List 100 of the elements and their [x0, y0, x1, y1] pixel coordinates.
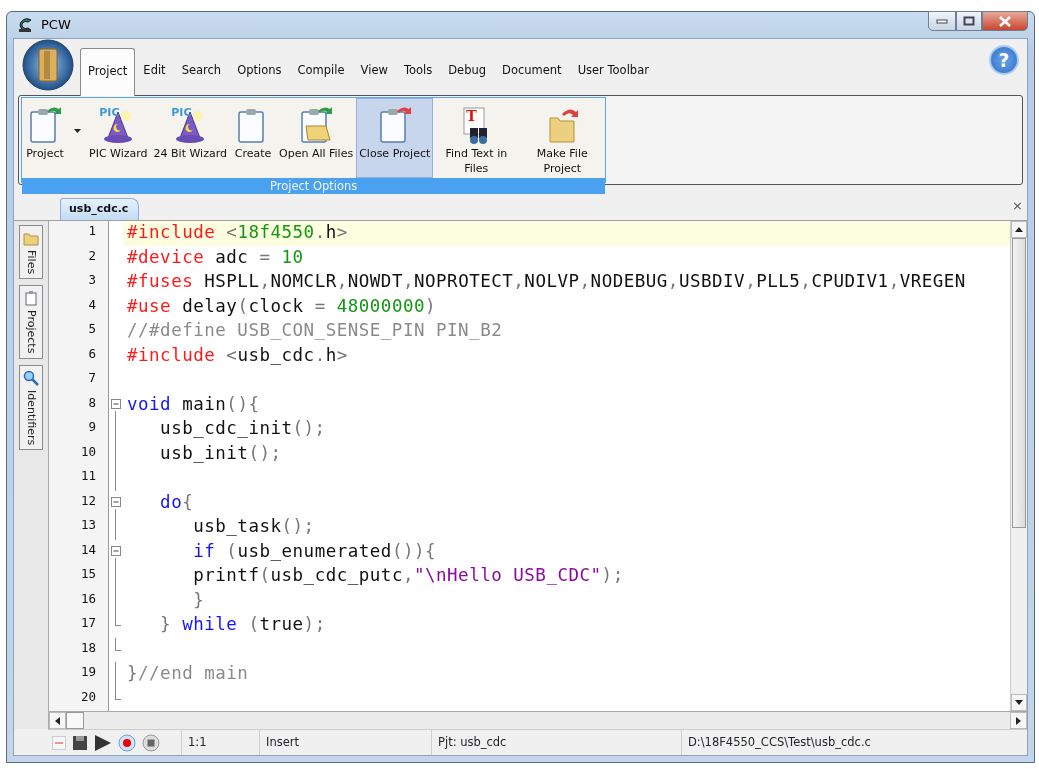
maximize-icon	[963, 16, 975, 26]
ribbon-button[interactable]: Create	[230, 98, 276, 178]
project-name: Pjt: usb_cdc	[438, 733, 507, 751]
button-label: Project	[26, 147, 64, 162]
fold-toggle-icon	[111, 496, 121, 507]
code-line: }//end main	[126, 662, 250, 685]
ribbon-button[interactable]: PIC 24 Bit Wizard	[150, 98, 230, 178]
line-number: 13	[79, 516, 97, 534]
ribbon-tab[interactable]: View	[352, 56, 396, 95]
line-number: 20	[79, 687, 97, 706]
code-line: usb_task();	[192, 515, 316, 538]
magnifier-icon	[23, 369, 39, 386]
line-number: 3	[87, 271, 97, 289]
code-line: if (usb_enumerated()){	[192, 539, 438, 563]
code-line: //#define USB_CON_SENSE_PIN PIN_B2	[126, 319, 504, 342]
line-number: 11	[79, 467, 97, 485]
vertical-scrollbar[interactable]	[1010, 221, 1027, 711]
line-number: 19	[79, 663, 97, 681]
scroll-left-icon[interactable]	[55, 716, 60, 725]
ribbon-tab[interactable]: User Toolbar	[569, 56, 657, 95]
play-icon	[94, 733, 112, 752]
clipboard-icon	[23, 290, 39, 307]
code-line: #fuses HSPLL,NOMCLR,NOWDT,NOPROTECT,NOLVP,NODEBUG,USBDIV,PLL5,CPUDIV1,VREGEN	[126, 270, 967, 293]
button-label: Open All Files	[279, 147, 354, 162]
button-label: Create	[234, 147, 272, 162]
ribbon-button[interactable]: Close Project	[356, 98, 434, 178]
scroll-down-icon[interactable]	[1015, 700, 1023, 705]
ribbon-tab[interactable]: Compile	[289, 56, 353, 95]
line-number: 16	[79, 589, 97, 608]
line-number: 6	[87, 344, 97, 363]
line-number: 4	[87, 295, 97, 314]
ribbon-button[interactable]: Open All Files	[276, 98, 357, 178]
scroll-right-icon[interactable]	[1016, 716, 1021, 725]
code-line: void main(){	[126, 392, 261, 416]
close-tab-button[interactable]: ×	[1012, 199, 1023, 212]
line-number: 5	[87, 320, 97, 338]
line-number: 7	[87, 369, 97, 387]
button-label: 24 Bit Wizard	[153, 147, 227, 162]
caret-icon	[73, 129, 81, 133]
ribbon-tab[interactable]: Tools	[395, 56, 441, 95]
button-label: Find Text in Files	[444, 147, 509, 177]
horizontal-scrollbar[interactable]	[49, 711, 1027, 729]
line-number: 15	[79, 565, 97, 583]
line-number: 9	[87, 418, 97, 436]
line-number: 14	[79, 540, 97, 559]
button-label: Make File Project	[535, 147, 589, 177]
code-line: do{	[159, 490, 195, 514]
code-line: } while (true);	[159, 613, 327, 636]
ribbon-button[interactable]: Project	[22, 98, 68, 178]
stop-icon	[142, 733, 160, 752]
code-line: printf(usb_cdc_putc,"\nHello USB_CDC");	[192, 564, 625, 587]
side-panel-tab[interactable]: Projects	[19, 285, 43, 359]
minimize-button[interactable]	[928, 11, 956, 31]
scrollbar-thumb[interactable]	[1012, 238, 1026, 528]
ribbon-button[interactable]: PIC PIC Wizard	[86, 98, 151, 178]
scrollbar-thumb[interactable]	[66, 712, 84, 729]
ribbon-tab[interactable]: Options	[229, 56, 290, 95]
code-line: usb_cdc_init();	[159, 417, 327, 440]
code-line: #use delay(clock = 48000000)	[126, 294, 438, 318]
ribbon-button[interactable]: T Find Text in Files	[433, 98, 520, 178]
line-number: 8	[87, 393, 97, 412]
folder-icon	[23, 230, 39, 246]
file-tab[interactable]: usb_cdc.c	[60, 197, 140, 220]
close-button[interactable]	[982, 11, 1028, 31]
fold-toggle-icon	[111, 398, 121, 409]
side-panel-tab[interactable]: Identifiers	[19, 364, 43, 450]
button-label: PIC Wizard	[89, 147, 148, 162]
minimize-icon	[936, 18, 948, 24]
fold-toggle-icon	[111, 545, 121, 556]
side-panel-tab[interactable]: Files	[19, 225, 43, 280]
button-label: Close Project	[359, 147, 431, 162]
ribbon-button[interactable]: Make File Project	[519, 98, 606, 178]
group-title: Project Options	[22, 177, 606, 194]
line-number: 1	[87, 222, 97, 240]
code-line: }	[192, 588, 206, 612]
close-icon	[999, 15, 1011, 27]
scroll-up-icon[interactable]	[1015, 227, 1023, 232]
line-number: 18	[79, 638, 97, 657]
ribbon-tab[interactable]: Project	[80, 47, 136, 96]
icon-label: T	[466, 107, 477, 126]
cursor-position: 1:1	[188, 733, 207, 751]
code-line: #device adc = 10	[126, 245, 305, 269]
code-line: #include <usb_cdc.h>	[126, 343, 349, 367]
icon-label: PIC	[171, 106, 192, 121]
window-title: PCW	[41, 16, 71, 35]
maximize-button[interactable]	[956, 11, 982, 31]
code-line: usb_init();	[159, 441, 283, 465]
ribbon-tab[interactable]: Search	[173, 56, 230, 95]
ribbon-tab[interactable]: Document	[494, 56, 570, 95]
ribbon-tab[interactable]: Debug	[440, 56, 495, 95]
bookmark-icon	[52, 734, 66, 751]
app-menu-orb-icon	[22, 39, 74, 91]
icon-label: PIC	[99, 106, 120, 121]
line-number: 2	[87, 246, 97, 265]
line-number: 12	[79, 491, 97, 510]
record-icon	[118, 733, 136, 752]
line-number: 17	[79, 614, 97, 632]
file-path: D:\18F4550_CCS\Test\usb_cdc.c	[688, 733, 871, 751]
line-number: 10	[79, 442, 97, 461]
ribbon-tab[interactable]: Edit	[135, 56, 174, 95]
